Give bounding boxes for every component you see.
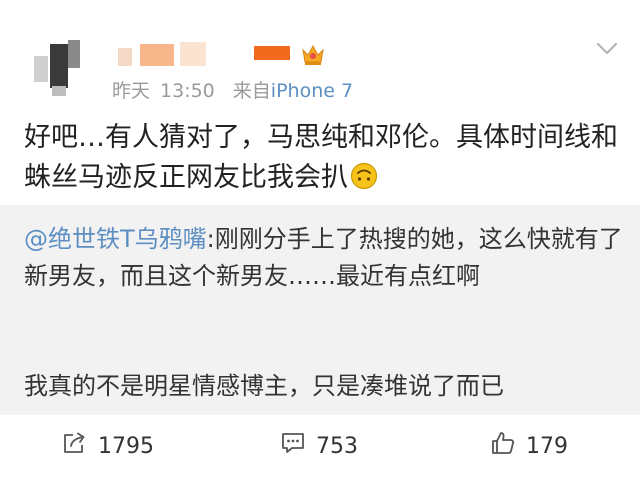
username-blurred[interactable] [118, 40, 318, 70]
post-header: 昨天 13:50 来自iPhone 7 [0, 0, 640, 110]
chevron-down-icon[interactable] [592, 38, 622, 60]
weibo-post: 昨天 13:50 来自iPhone 7 好吧…有人猜对了，马思纯和邓伦。具体时间线和… [0, 0, 640, 484]
repost-count: 1795 [98, 433, 154, 459]
action-bar: 1795 753 179 [0, 415, 640, 484]
post-meta: 昨天 13:50 来自iPhone 7 [112, 76, 353, 103]
upside-down-face-icon [350, 162, 378, 190]
post-source-prefix: 来自 [232, 80, 271, 102]
comment-count: 753 [316, 433, 358, 459]
repost-button[interactable]: 1795 [62, 431, 154, 461]
repost-box[interactable]: @绝世铁T乌鸦嘴:刚刚分手上了热搜的她，这么快就有了新男友，而且这个新男友……最… [0, 205, 640, 415]
post-text: 好吧…有人猜对了，马思纯和邓伦。具体时间线和蛛丝马迹反正网友比我会扒 [24, 118, 624, 198]
post-source-device[interactable]: iPhone 7 [271, 80, 353, 102]
post-time: 13:50 [160, 80, 215, 102]
repost-extra-text: 我真的不是明星情感博主，只是凑堆说了而已 [24, 372, 504, 400]
like-button[interactable]: 179 [490, 431, 568, 461]
post-time-prefix: 昨天 [112, 80, 151, 102]
comment-button[interactable]: 753 [280, 431, 358, 461]
avatar[interactable] [30, 38, 96, 96]
comment-icon [280, 431, 316, 461]
repost-separator: : [206, 225, 215, 253]
thumbs-up-icon [490, 430, 526, 462]
repost-author-link[interactable]: @绝世铁T乌鸦嘴 [24, 225, 207, 253]
vip-crown-icon [300, 42, 326, 66]
repost-text: @绝世铁T乌鸦嘴:刚刚分手上了热搜的她，这么快就有了新男友，而且这个新男友……最… [24, 221, 624, 295]
post-text-content: 好吧…有人猜对了，马思纯和邓伦。具体时间线和蛛丝马迹反正网友比我会扒 [24, 122, 618, 193]
like-count: 179 [526, 433, 568, 459]
share-icon [62, 431, 98, 461]
